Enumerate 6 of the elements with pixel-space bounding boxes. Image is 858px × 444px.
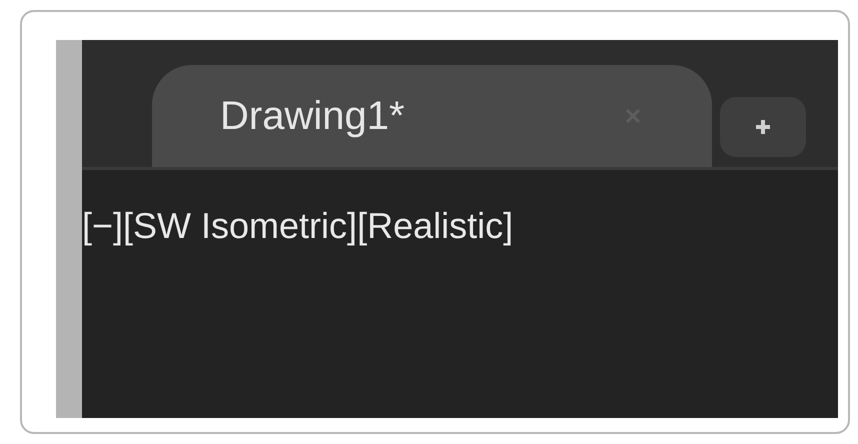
viewport-control[interactable]: [−] xyxy=(82,208,124,244)
new-tab-button[interactable] xyxy=(720,97,806,157)
plus-icon xyxy=(753,117,773,137)
drawing-tab[interactable]: Drawing1* xyxy=(152,65,712,167)
viewport-control[interactable]: [SW Isometric] xyxy=(123,208,358,244)
viewport-control[interactable]: [Realistic] xyxy=(357,208,514,244)
